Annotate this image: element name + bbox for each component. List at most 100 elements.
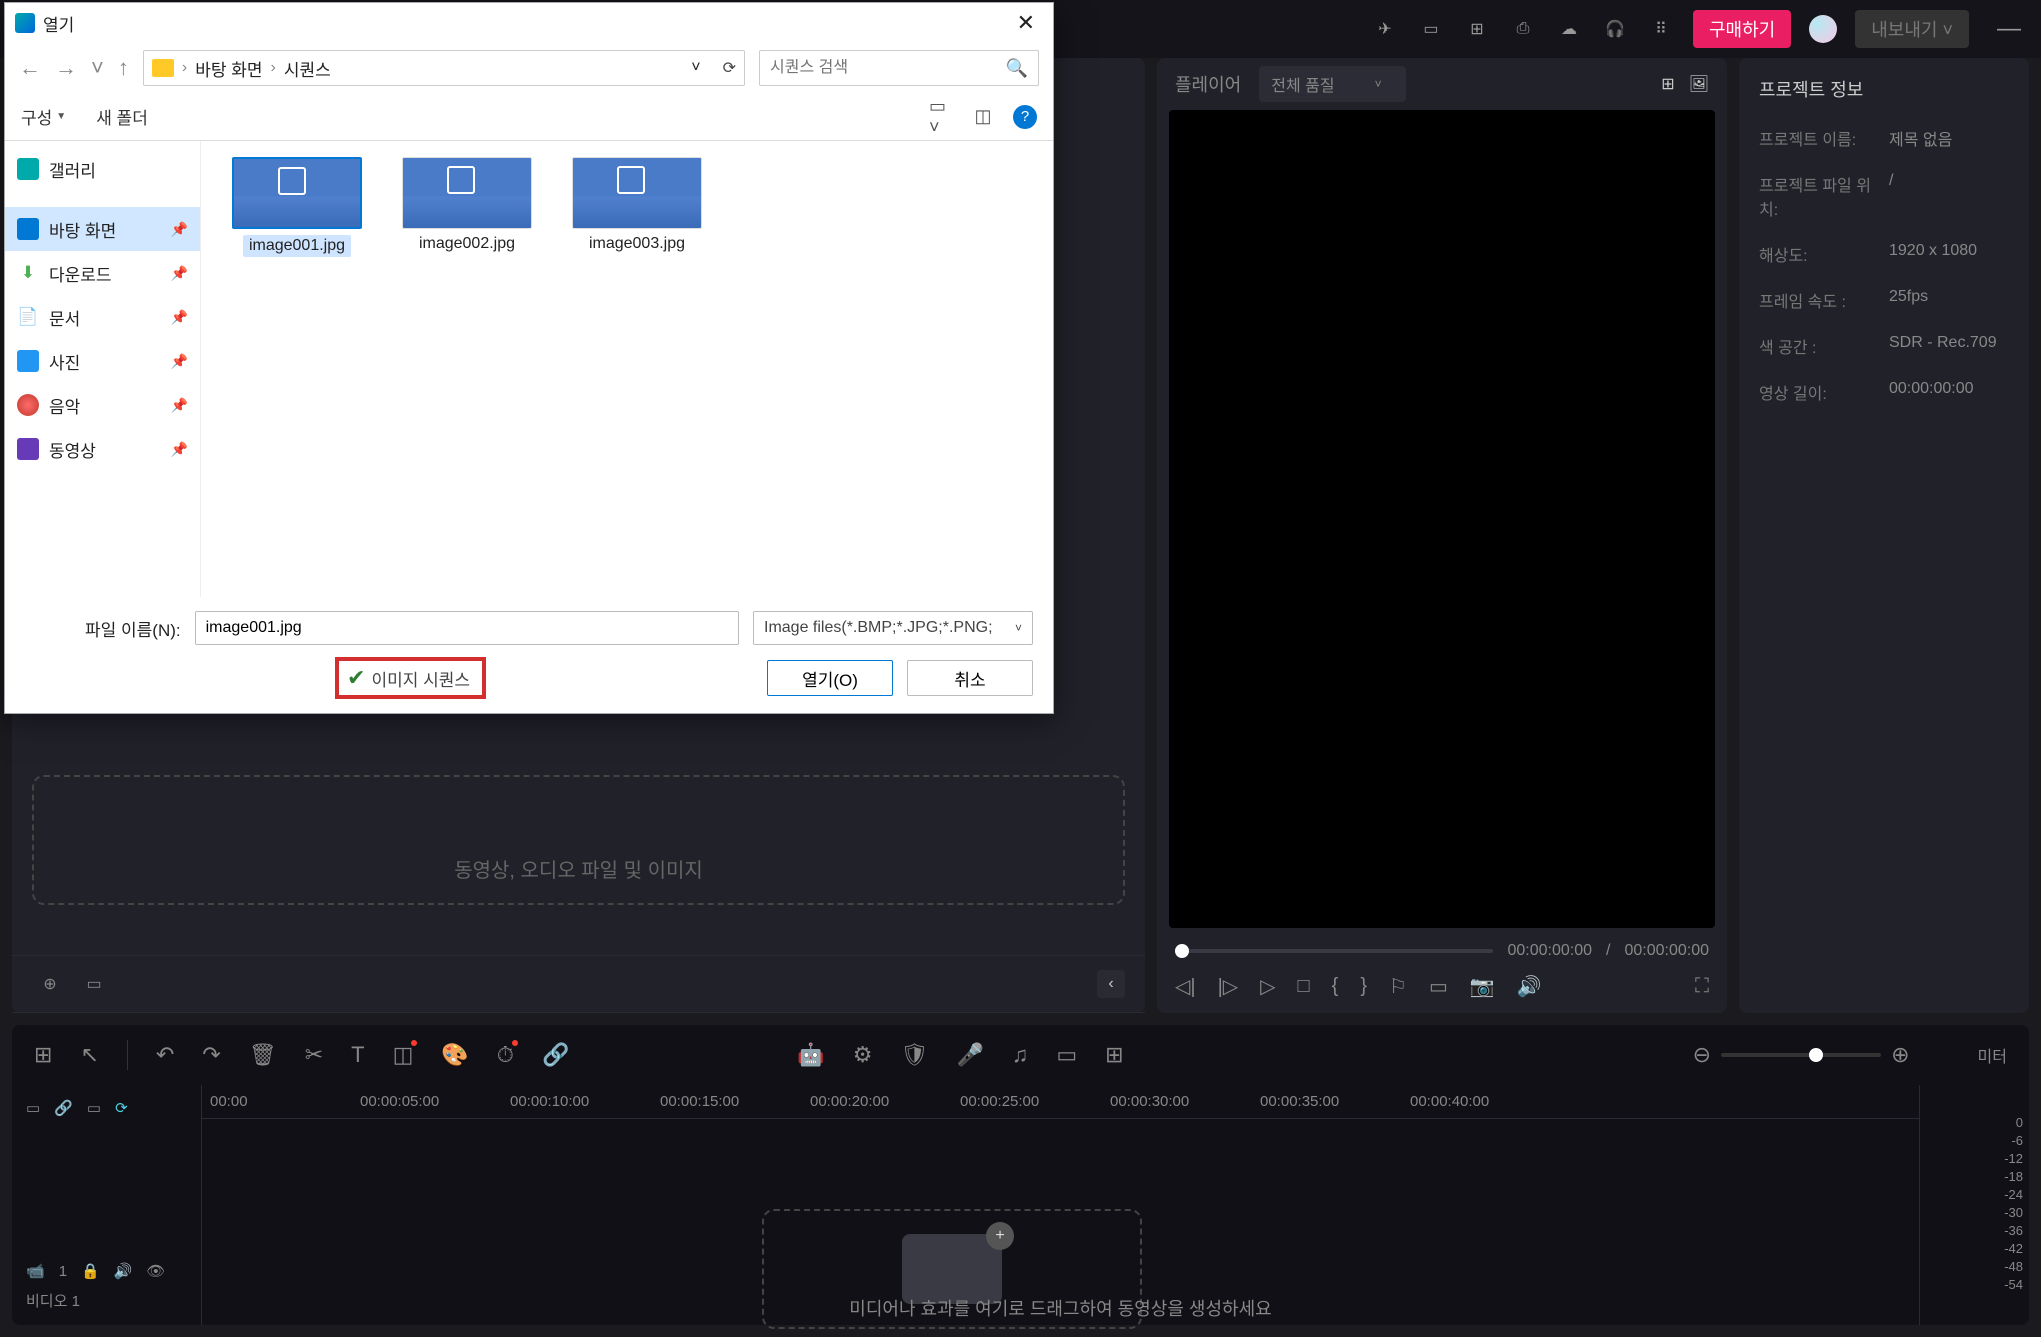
preview-pane-icon[interactable]: ◫	[971, 105, 995, 129]
file-thumbnail	[572, 157, 702, 229]
folder-icon[interactable]: ▭	[76, 966, 112, 1002]
image-sequence-checkbox[interactable]: ✔ 이미지 시퀀스	[335, 657, 486, 699]
back-icon[interactable]: ←	[19, 55, 41, 81]
redo-icon[interactable]: ↷	[202, 1042, 220, 1068]
palette-icon[interactable]: 🎨	[441, 1042, 468, 1068]
breadcrumb[interactable]: 바탕 화면	[195, 56, 262, 81]
mute-icon[interactable]: 🔊	[114, 1262, 133, 1280]
info-panel-title: 프로젝트 정보	[1759, 76, 2009, 102]
organize-button[interactable]: 구성▼	[21, 104, 66, 129]
timeline-ruler[interactable]: 00:0000:00:05:0000:00:10:0000:00:15:0000…	[202, 1085, 1919, 1119]
file-item[interactable]: image001.jpg	[221, 157, 373, 581]
search-icon[interactable]: 🔍	[1006, 58, 1028, 79]
address-bar[interactable]: › 바탕 화면 › 시퀀스 ˅ ⟳	[143, 50, 745, 86]
filetype-select[interactable]: Image files(*.BMP;*.JPG;*.PNG;˅	[753, 611, 1033, 645]
filename-label: 파일 이름(N):	[85, 616, 181, 641]
grid-view-icon[interactable]: ⊞	[1661, 74, 1674, 94]
crop-icon[interactable]: ◫	[393, 1042, 414, 1068]
marker-icon[interactable]: ⚐	[1389, 974, 1407, 999]
speed-icon[interactable]: ⏱	[497, 1042, 514, 1068]
sidebar-item-pictures[interactable]: 사진📌	[5, 339, 200, 383]
new-folder-button[interactable]: 새 폴더	[96, 104, 148, 129]
apps-icon[interactable]: ⠿	[1647, 15, 1675, 43]
music-icon[interactable]: ♫	[1012, 1042, 1029, 1068]
cancel-button[interactable]: 취소	[907, 660, 1033, 696]
help-icon[interactable]: ?	[1013, 105, 1037, 129]
send-icon[interactable]: ✈	[1371, 15, 1399, 43]
media-drop-zone[interactable]: 동영상, 오디오 파일 및 이미지	[32, 775, 1125, 905]
brace-close-icon[interactable]: }	[1360, 975, 1367, 998]
recent-icon[interactable]: ˅	[91, 55, 104, 81]
snapshot-icon[interactable]: 🖼	[1689, 74, 1709, 94]
file-item[interactable]: image002.jpg	[391, 157, 543, 581]
next-frame-icon[interactable]: |▷	[1218, 974, 1239, 999]
eye-icon[interactable]: 👁	[146, 1262, 165, 1280]
panel-collapse-button[interactable]: ‹	[1097, 970, 1125, 998]
text-icon[interactable]: T	[351, 1042, 364, 1068]
sidebar-item-desktop[interactable]: 바탕 화면📌	[5, 207, 200, 251]
lock-icon[interactable]: 🔒	[81, 1262, 100, 1280]
zoom-slider[interactable]	[1721, 1053, 1881, 1057]
video-track-icon[interactable]: 📹	[26, 1262, 45, 1280]
file-item[interactable]: image003.jpg	[561, 157, 713, 581]
gear-icon[interactable]: ⚙	[853, 1042, 873, 1068]
device-icon[interactable]: ▭	[1056, 1042, 1077, 1068]
export-button[interactable]: 내보내기 ˅	[1855, 10, 1969, 48]
sidebar-item-documents[interactable]: 📄문서📌	[5, 295, 200, 339]
track-sync-icon[interactable]: ⟳	[115, 1099, 128, 1117]
play-icon[interactable]: ▷	[1260, 974, 1275, 999]
zoom-out-icon[interactable]: ⊖	[1693, 1042, 1711, 1068]
mic-icon[interactable]: 🎤	[956, 1042, 983, 1068]
screen-icon[interactable]: ⊞	[1463, 15, 1491, 43]
link-icon[interactable]: 🔗	[542, 1042, 569, 1068]
brace-open-icon[interactable]: {	[1332, 975, 1339, 998]
sidebar-item-gallery[interactable]: 갤러리	[5, 147, 200, 191]
info-label: 해상도:	[1759, 242, 1889, 266]
sidebar-item-downloads[interactable]: ⬇다운로드📌	[5, 251, 200, 295]
camera-icon[interactable]: 📷	[1470, 974, 1495, 999]
sidebar-item-videos[interactable]: 동영상📌	[5, 427, 200, 471]
close-icon[interactable]: ✕	[1009, 10, 1043, 36]
delete-icon[interactable]: 🗑	[249, 1042, 277, 1068]
forward-icon[interactable]: →	[55, 55, 77, 81]
minimize-button[interactable]: —	[1997, 15, 2021, 43]
up-icon[interactable]: ↑	[118, 55, 129, 81]
grid-icon[interactable]: ⊞	[1105, 1042, 1123, 1068]
breadcrumb[interactable]: 시퀀스	[284, 56, 331, 81]
track-collapse-icon[interactable]: ▭	[87, 1099, 101, 1117]
zoom-in-icon[interactable]: ⊕	[1891, 1042, 1909, 1068]
player-label: 플레이어	[1175, 71, 1241, 97]
display-icon[interactable]: ▭	[1429, 974, 1448, 999]
headset-icon[interactable]: 🎧	[1601, 15, 1629, 43]
addr-dropdown-icon[interactable]: ˅	[691, 59, 700, 77]
open-button[interactable]: 열기(O)	[767, 660, 893, 696]
prev-frame-icon[interactable]: ◁|	[1175, 974, 1196, 999]
filename-input[interactable]	[195, 611, 739, 645]
shield-icon[interactable]: 🛡	[901, 1042, 929, 1068]
device-icon[interactable]: ▭	[1417, 15, 1445, 43]
info-label: 프로젝트 이름:	[1759, 126, 1889, 150]
buy-button[interactable]: 구매하기	[1693, 10, 1791, 48]
fullscreen-icon[interactable]: ⛶	[1695, 975, 1709, 998]
link-track-icon[interactable]: 🔗	[54, 1099, 73, 1117]
avatar[interactable]	[1809, 15, 1837, 43]
search-input[interactable]	[770, 59, 1006, 77]
refresh-icon[interactable]: ⟳	[723, 58, 736, 78]
save-icon[interactable]: ⎙	[1509, 15, 1537, 43]
sidebar-item-music[interactable]: 음악📌	[5, 383, 200, 427]
drop-hint: 동영상, 오디오 파일 및 이미지	[454, 854, 703, 883]
ai-icon[interactable]: 🤖	[797, 1042, 824, 1068]
select-icon[interactable]: ↖	[80, 1042, 98, 1068]
folder-add-icon[interactable]: ⊕	[32, 966, 68, 1002]
undo-icon[interactable]: ↶	[156, 1042, 174, 1068]
quality-select[interactable]: 전체 품질˅	[1259, 66, 1405, 102]
track-icon[interactable]: ▭	[26, 1099, 40, 1117]
cloud-icon[interactable]: ☁	[1555, 15, 1583, 43]
layout-icon[interactable]: ⊞	[34, 1042, 52, 1068]
stop-icon[interactable]: □	[1298, 975, 1310, 998]
volume-icon[interactable]: 🔊	[1517, 974, 1542, 999]
scrub-slider[interactable]	[1175, 949, 1493, 953]
cut-icon[interactable]: ✂	[305, 1042, 323, 1068]
time-current: 00:00:00:00	[1507, 942, 1592, 960]
view-mode-icon[interactable]: ▭ ˅	[929, 105, 953, 129]
